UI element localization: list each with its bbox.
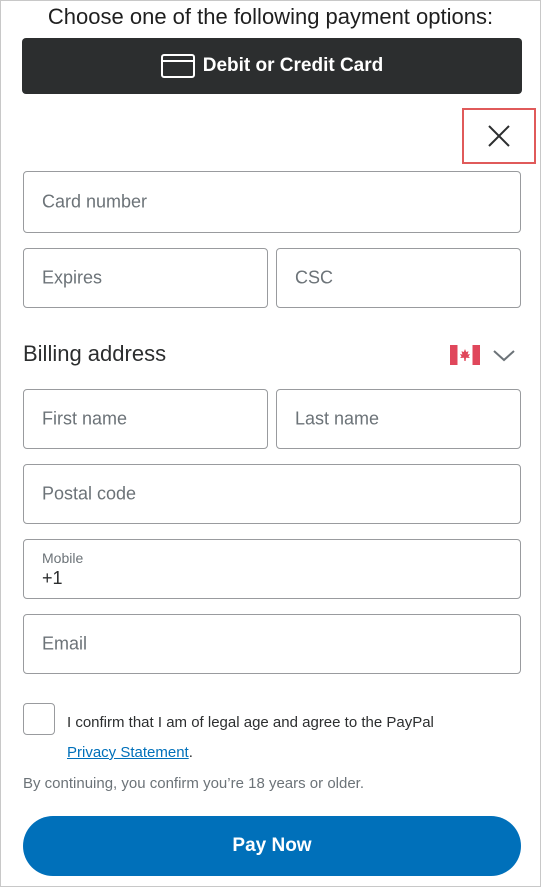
- close-icon: [488, 125, 510, 147]
- postal-code-placeholder: Postal code: [42, 483, 137, 504]
- canada-flag-icon: [450, 345, 480, 365]
- confirm-text: I confirm that I am of legal age and agr…: [67, 714, 434, 731]
- billing-address-title: Billing address: [23, 341, 167, 366]
- expires-placeholder: Expires: [42, 267, 103, 288]
- first-name-placeholder: First name: [42, 408, 128, 429]
- chevron-down-icon[interactable]: [492, 347, 516, 363]
- page-title: Choose one of the following payment opti…: [47, 4, 494, 29]
- first-name-input[interactable]: First name: [23, 389, 268, 449]
- last-name-input[interactable]: Last name: [276, 389, 521, 449]
- age-notice: By continuing, you confirm you’re 18 yea…: [23, 775, 365, 792]
- mobile-label: Mobile: [42, 550, 84, 566]
- mobile-value: +1: [42, 568, 63, 588]
- card-number-placeholder: Card number: [42, 191, 148, 212]
- card-number-input[interactable]: Card number: [23, 171, 521, 233]
- pay-now-button[interactable]: Pay Now: [23, 816, 521, 876]
- privacy-statement-link[interactable]: Privacy Statement: [67, 744, 189, 761]
- csc-input[interactable]: CSC: [276, 248, 521, 308]
- credit-card-icon: [160, 54, 195, 78]
- postal-code-input[interactable]: Postal code: [23, 464, 521, 524]
- email-input[interactable]: Email: [23, 614, 521, 674]
- pay-now-label: Pay Now: [232, 835, 312, 856]
- privacy-period: .: [188, 744, 193, 761]
- debit-credit-card-label: Debit or Credit Card: [202, 55, 384, 76]
- close-button[interactable]: [462, 108, 536, 164]
- email-placeholder: Email: [42, 633, 88, 654]
- mobile-input[interactable]: Mobile +1: [23, 539, 521, 599]
- legal-confirm-text: I confirm that I am of legal age and agr…: [67, 708, 497, 768]
- csc-placeholder: CSC: [295, 267, 334, 288]
- last-name-placeholder: Last name: [295, 408, 380, 429]
- debit-credit-card-button[interactable]: Debit or Credit Card: [22, 38, 522, 94]
- legal-age-checkbox[interactable]: [23, 703, 55, 735]
- expires-input[interactable]: Expires: [23, 248, 268, 308]
